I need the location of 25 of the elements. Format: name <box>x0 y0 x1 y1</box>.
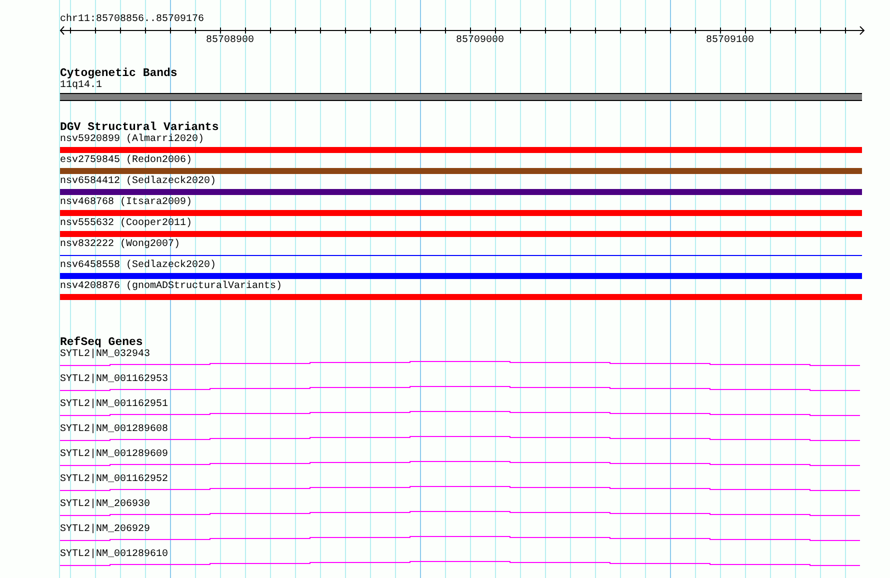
tick-label: 85708900 <box>204 35 255 47</box>
variant-label: nsv5920899 (Almarri2020) <box>60 134 206 146</box>
variant-label: nsv6584412 (Sedlazeck2020) <box>60 176 218 188</box>
transcript-label: SYTL2|NM_001162951 <box>60 399 170 411</box>
transcript-label: SYTL2|NM_001162953 <box>60 374 170 386</box>
track-title: Cytogenetic Bands <box>60 68 178 80</box>
transcript-label: SYTL2|NM_001162952 <box>60 474 170 486</box>
band-label: 11q14.1 <box>60 80 104 92</box>
transcript-label: SYTL2|NM_001289608 <box>60 424 170 436</box>
transcript-label: SYTL2|NM_001289609 <box>60 449 170 461</box>
variant-label: nsv555632 (Cooper2011) <box>60 218 194 230</box>
transcript-label: SYTL2|NM_032943 <box>60 349 152 361</box>
transcript-label: SYTL2|NM_001289610 <box>60 549 170 561</box>
tick-label: 85709100 <box>704 35 755 47</box>
transcript-label: SYTL2|NM_206929 <box>60 524 152 536</box>
track-title: RefSeq Genes <box>60 337 143 349</box>
variant-label: esv2759845 (Redon2006) <box>60 155 194 167</box>
variant-label: nsv832222 (Wong2007) <box>60 239 182 251</box>
location-label: chr11:85708856..85709176 <box>60 14 206 26</box>
transcript-label: SYTL2|NM_206930 <box>60 499 152 511</box>
track-title: DGV Structural Variants <box>60 122 220 134</box>
variant-label: nsv4208876 (gnomADStructuralVariants) <box>60 281 284 293</box>
variant-label: nsv6458558 (Sedlazeck2020) <box>60 260 218 272</box>
tick-label: 85709000 <box>454 35 505 47</box>
variant-label: nsv468768 (Itsara2009) <box>60 197 194 209</box>
